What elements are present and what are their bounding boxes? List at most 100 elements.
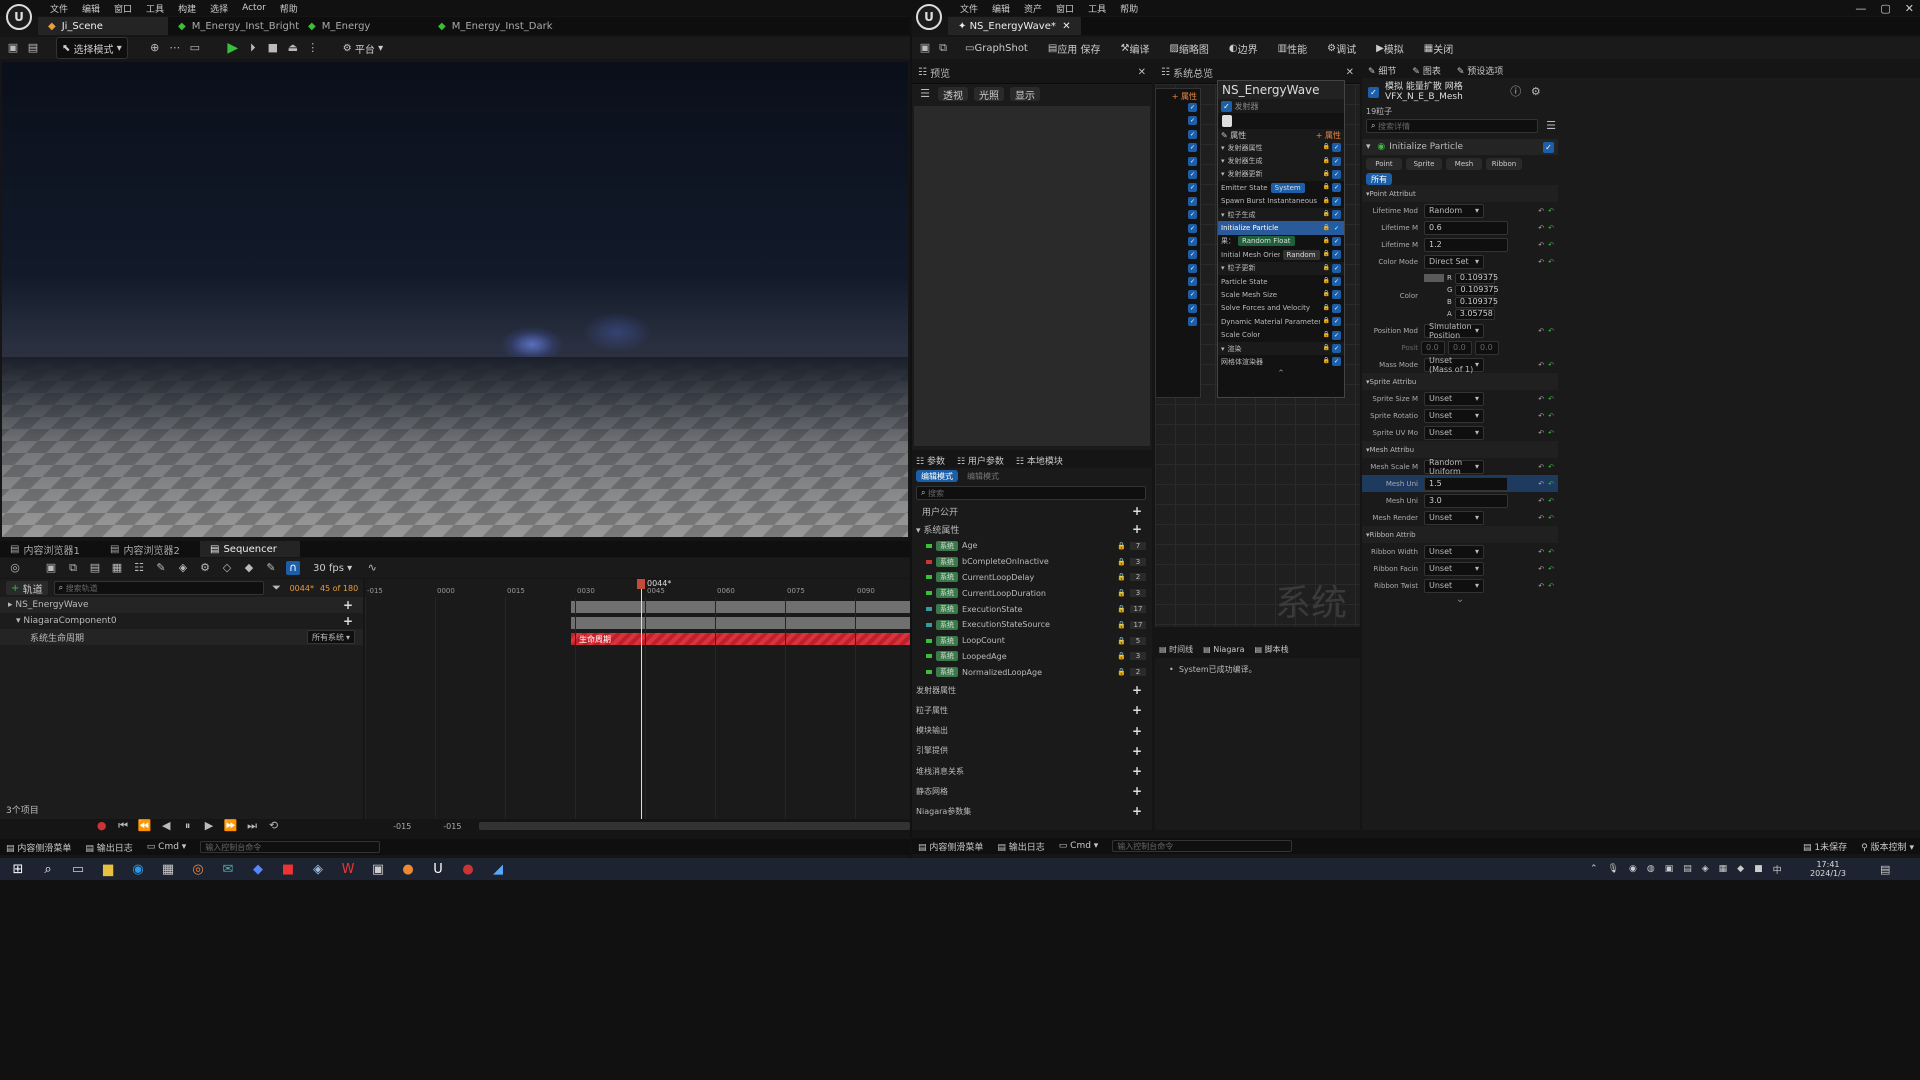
- node-row-check[interactable]: ✓: [1332, 290, 1341, 300]
- r-content-drawer-button[interactable]: ▤ 内容侧滑菜单: [918, 840, 983, 853]
- play-icon[interactable]: ▶: [226, 41, 240, 55]
- save-seq-icon[interactable]: ▣: [44, 561, 58, 575]
- color-channel[interactable]: B 0.109375: [1424, 296, 1498, 308]
- emitter-check-icon[interactable]: ✓: [1188, 317, 1197, 327]
- reset-icon[interactable]: ↶: [1538, 497, 1544, 505]
- right-menu-item[interactable]: 帮助: [1120, 2, 1138, 15]
- unreal-icon[interactable]: U: [430, 862, 446, 877]
- details-prop-row[interactable]: Mesh Scale M Random Uniform ▾ ↶ ↶: [1362, 458, 1558, 476]
- bottom-tab[interactable]: ▤ 内容浏览器1: [0, 541, 100, 557]
- prev-key-icon[interactable]: ⏪: [138, 819, 152, 833]
- user-exposed-row[interactable]: 用户公开 +: [912, 502, 1152, 520]
- browse-icon[interactable]: ⧉: [66, 561, 80, 575]
- channel-value[interactable]: 0.109375: [1454, 272, 1498, 284]
- right-menu-item[interactable]: 编辑: [992, 2, 1010, 15]
- revert-icon[interactable]: ↶: [1548, 497, 1554, 505]
- emitter-row-check[interactable]: ✓: [1156, 210, 1200, 223]
- color-channel[interactable]: G 0.109375: [1424, 284, 1499, 296]
- node-module-row[interactable]: Particle State 🔒 ✓: [1218, 275, 1344, 288]
- param-row[interactable]: 系统 NormalizedLoopAge 🔒 2: [912, 664, 1152, 680]
- prop-value-input[interactable]: 1.5: [1424, 476, 1508, 491]
- emitter-check-icon[interactable]: ✓: [1188, 196, 1197, 206]
- maximize-icon[interactable]: ▢: [1880, 2, 1890, 15]
- lock-icon[interactable]: 🔒: [1323, 237, 1330, 246]
- emitter-check-icon[interactable]: ✓: [1188, 236, 1197, 246]
- output-log-button[interactable]: ▤ 输出日志: [85, 841, 132, 854]
- tab-ns-energywave[interactable]: ✦ NS_EnergyWave* ✕: [948, 17, 1081, 35]
- log-tab[interactable]: ▤ 脚本栈: [1255, 644, 1289, 655]
- param-group-add-icon[interactable]: +: [1132, 703, 1142, 717]
- position-value[interactable]: 0.0: [1421, 340, 1445, 355]
- emitter-check-icon[interactable]: ✓: [1188, 290, 1197, 300]
- emitter-row-check[interactable]: ✓: [1156, 156, 1200, 170]
- lock-icon[interactable]: 🔒: [1323, 331, 1330, 340]
- tray-app-icon[interactable]: ▦: [1719, 864, 1728, 874]
- emitter-row-check[interactable]: ✓: [1156, 290, 1200, 303]
- reset-icon[interactable]: ↶: [1538, 327, 1544, 335]
- lifecycle-bar[interactable]: 生命周期: [571, 633, 910, 645]
- add-track-button[interactable]: + 轨道: [6, 581, 48, 596]
- node-module-row[interactable]: Emitter State System 🔒 ✓: [1218, 181, 1344, 194]
- emitter-enable-check[interactable]: ✓: [1368, 86, 1379, 98]
- param-row[interactable]: 系统 CurrentLoopDelay 🔒 2: [912, 570, 1152, 586]
- params-tab[interactable]: ☷ 用户参数: [957, 454, 1004, 467]
- platform-button[interactable]: ⚙ 平台 ▾: [338, 37, 388, 59]
- app-orange-icon[interactable]: ●: [400, 862, 416, 877]
- log-tab[interactable]: ▤ Niagara: [1203, 645, 1244, 654]
- details-prop-row[interactable]: Mesh Uni 1.5 ↶ ↶: [1362, 475, 1558, 492]
- range-start[interactable]: -015: [393, 822, 411, 831]
- steam-icon[interactable]: ◈: [310, 862, 326, 877]
- info-icon[interactable]: ⓘ: [1509, 85, 1523, 99]
- close-button[interactable]: ▦ 关闭: [1419, 37, 1458, 59]
- left-menu-item[interactable]: 文件: [50, 2, 68, 15]
- level-viewport[interactable]: [2, 62, 908, 537]
- node-section-header[interactable]: ▾ 发射器生成 🔒 ✓: [1218, 154, 1344, 168]
- world-icon[interactable]: ◎: [8, 561, 22, 575]
- node-row-check[interactable]: ✓: [1332, 223, 1341, 233]
- node-props-add[interactable]: 属性: [1325, 131, 1341, 140]
- prop-dropdown[interactable]: Unset (Mass of 1) ▾: [1424, 356, 1484, 374]
- pause-icon[interactable]: ⏸: [181, 819, 194, 833]
- node-module-row[interactable]: Scale Color 🔒 ✓: [1218, 328, 1344, 341]
- param-row[interactable]: 系统 ExecutionState 🔒 17: [912, 601, 1152, 617]
- all-button[interactable]: 所有: [1366, 173, 1392, 185]
- ue-logo-right[interactable]: U: [916, 4, 942, 30]
- details-section-header[interactable]: ▾ Point Attribut: [1362, 185, 1558, 202]
- timeline-scrollbar[interactable]: [479, 822, 910, 830]
- discord-icon[interactable]: ◆: [250, 862, 266, 877]
- emitter-row-check[interactable]: ✓: [1156, 250, 1200, 263]
- revert-icon[interactable]: ↶: [1548, 224, 1554, 232]
- clock[interactable]: 17:41 2024/1/3: [1810, 860, 1846, 878]
- app-dark-icon[interactable]: ●: [460, 862, 476, 877]
- add-actor-icon[interactable]: ⊕: [148, 41, 162, 55]
- tray-app-icon[interactable]: ▤: [1683, 864, 1692, 874]
- level-tab[interactable]: ◆ Ji_Scene: [38, 17, 168, 35]
- emitter-check-icon[interactable]: ✓: [1188, 210, 1197, 220]
- param-group-add-icon[interactable]: +: [1132, 764, 1142, 778]
- module-category-tab[interactable]: Sprite: [1406, 158, 1442, 170]
- param-group-add-icon[interactable]: +: [1132, 744, 1142, 758]
- details-prop-row[interactable]: Lifetime Mod Random ▾ ↶ ↶: [1362, 202, 1558, 219]
- network-icon[interactable]: ◉: [1629, 864, 1637, 874]
- revert-icon[interactable]: ↶: [1548, 395, 1554, 403]
- prop-dropdown[interactable]: Unset ▾: [1424, 578, 1484, 593]
- param-group-row[interactable]: 静态网格 +: [912, 781, 1152, 801]
- right-menu-item[interactable]: 工具: [1088, 2, 1106, 15]
- current-frame[interactable]: 0044*: [290, 584, 314, 593]
- prop-dropdown[interactable]: Unset ▾: [1424, 425, 1484, 440]
- next-key-icon[interactable]: ⏩: [224, 819, 238, 833]
- jump-end-icon[interactable]: ⏭: [245, 819, 258, 833]
- left-menu-item[interactable]: 工具: [146, 2, 164, 15]
- node-row-check[interactable]: ✓: [1332, 330, 1341, 340]
- prop-dropdown[interactable]: Random ▾: [1424, 203, 1484, 218]
- lock-icon[interactable]: 🔒: [1323, 224, 1330, 233]
- right-menu-item[interactable]: 文件: [960, 2, 978, 15]
- module-category-tab[interactable]: Ribbon: [1486, 158, 1522, 170]
- record-icon[interactable]: ●: [95, 819, 108, 833]
- track-ns[interactable]: ▸ NS_EnergyWave +: [0, 597, 363, 613]
- perspective-button[interactable]: 透视: [938, 87, 968, 102]
- node-row-check[interactable]: ✓: [1332, 250, 1341, 260]
- r-cmd-dropdown[interactable]: ▭ Cmd ▾: [1059, 841, 1099, 851]
- emitter-row-check[interactable]: ✓: [1156, 317, 1200, 330]
- emitter-check-icon[interactable]: ✓: [1188, 156, 1197, 166]
